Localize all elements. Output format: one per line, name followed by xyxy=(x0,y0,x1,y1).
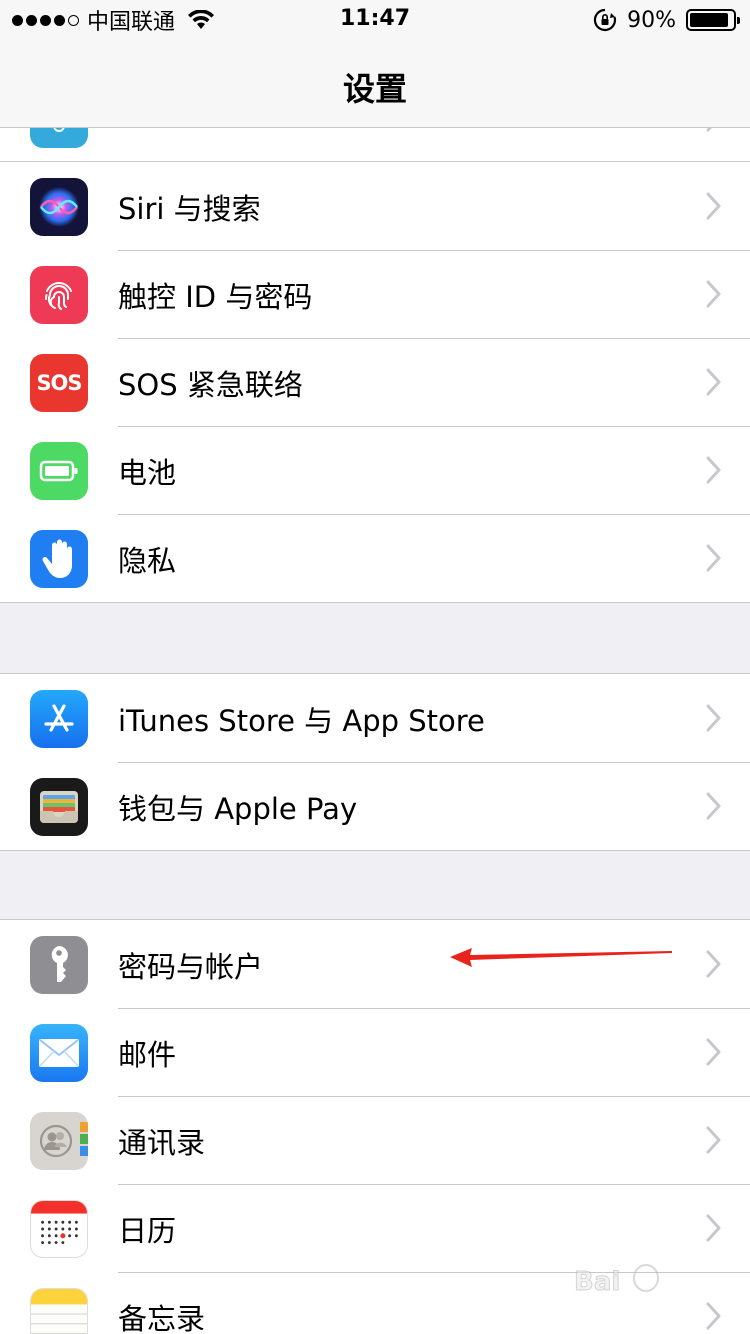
notes-icon xyxy=(30,1288,88,1334)
calendar-icon xyxy=(30,1200,88,1258)
rotation-lock-icon xyxy=(593,8,617,32)
battery-status-icon xyxy=(686,9,740,31)
sos-icon: SOS xyxy=(30,354,88,412)
chevron-right-icon xyxy=(706,950,721,978)
settings-row-label: 日历 xyxy=(118,1214,177,1248)
wallet-icon xyxy=(30,778,88,836)
settings-row-label: 密码与帐户 xyxy=(118,950,264,984)
settings-row-label: 电池 xyxy=(118,456,177,490)
status-bar: 中国联通 11:47 90% xyxy=(0,0,750,40)
baidu-jingyan-watermark: Bai xyxy=(574,1264,659,1298)
settings-row-contacts[interactable]: 通讯录 xyxy=(0,1096,750,1184)
settings-row-app-store[interactable]: iTunes Store 与 App Store xyxy=(0,674,750,762)
settings-row-mail[interactable]: 邮件 xyxy=(0,1008,750,1096)
settings-row-label: 隐私 xyxy=(118,544,177,578)
chevron-right-icon xyxy=(706,1038,721,1066)
settings-row-wallet[interactable]: 钱包与 Apple Pay xyxy=(0,762,750,850)
siri-icon xyxy=(30,178,88,236)
settings-row-label: iTunes Store 与 App Store xyxy=(118,704,485,738)
settings-row-label: 备忘录 xyxy=(118,1302,206,1334)
settings-row-label: 邮件 xyxy=(118,1038,177,1072)
battery-percentage: 90% xyxy=(627,7,676,33)
settings-row-touch-id[interactable]: 触控 ID 与密码 xyxy=(0,250,750,338)
settings-row-battery[interactable]: 电池 xyxy=(0,426,750,514)
mail-icon xyxy=(30,1024,88,1082)
chevron-right-icon xyxy=(706,280,721,308)
settings-row-label: 钱包与 Apple Pay xyxy=(118,792,358,826)
settings-row-label: SOS 紧急联络 xyxy=(118,368,303,402)
chevron-right-icon xyxy=(706,544,721,572)
key-icon xyxy=(30,936,88,994)
battery-icon xyxy=(30,442,88,500)
chevron-right-icon xyxy=(706,704,721,732)
app-store-icon xyxy=(30,690,88,748)
settings-row-label: 触控 ID 与密码 xyxy=(118,280,313,314)
settings-group-2: iTunes Store 与 App Store 钱包与 Apple Pay xyxy=(0,673,750,851)
status-right: 90% xyxy=(593,6,740,34)
settings-row-sos[interactable]: SOS SOS 紧急联络 xyxy=(0,338,750,426)
hand-icon xyxy=(30,530,88,588)
chevron-right-icon xyxy=(706,792,721,820)
chevron-right-icon xyxy=(706,1214,721,1242)
page-title: 设置 xyxy=(342,70,407,108)
chevron-right-icon xyxy=(706,1126,721,1154)
settings-row-privacy[interactable]: 隐私 xyxy=(0,514,750,602)
fingerprint-icon xyxy=(30,266,88,324)
chevron-right-icon xyxy=(706,368,721,396)
settings-row-siri[interactable]: Siri 与搜索 xyxy=(0,162,750,250)
chevron-right-icon xyxy=(706,192,721,220)
navigation-bar: 设置 xyxy=(0,40,750,128)
settings-row-label: Siri 与搜索 xyxy=(118,192,261,226)
contacts-icon xyxy=(30,1112,88,1170)
settings-row-passwords-accounts[interactable]: 密码与帐户 xyxy=(0,920,750,1008)
svg-text:Bai: Bai xyxy=(574,1267,620,1297)
settings-group-1: Siri 与搜索 触控 ID 与密码 SOS SOS 紧急联络 电池 隐私 xyxy=(0,162,750,603)
settings-row-label: 通讯录 xyxy=(118,1126,206,1160)
chevron-right-icon xyxy=(706,456,721,484)
